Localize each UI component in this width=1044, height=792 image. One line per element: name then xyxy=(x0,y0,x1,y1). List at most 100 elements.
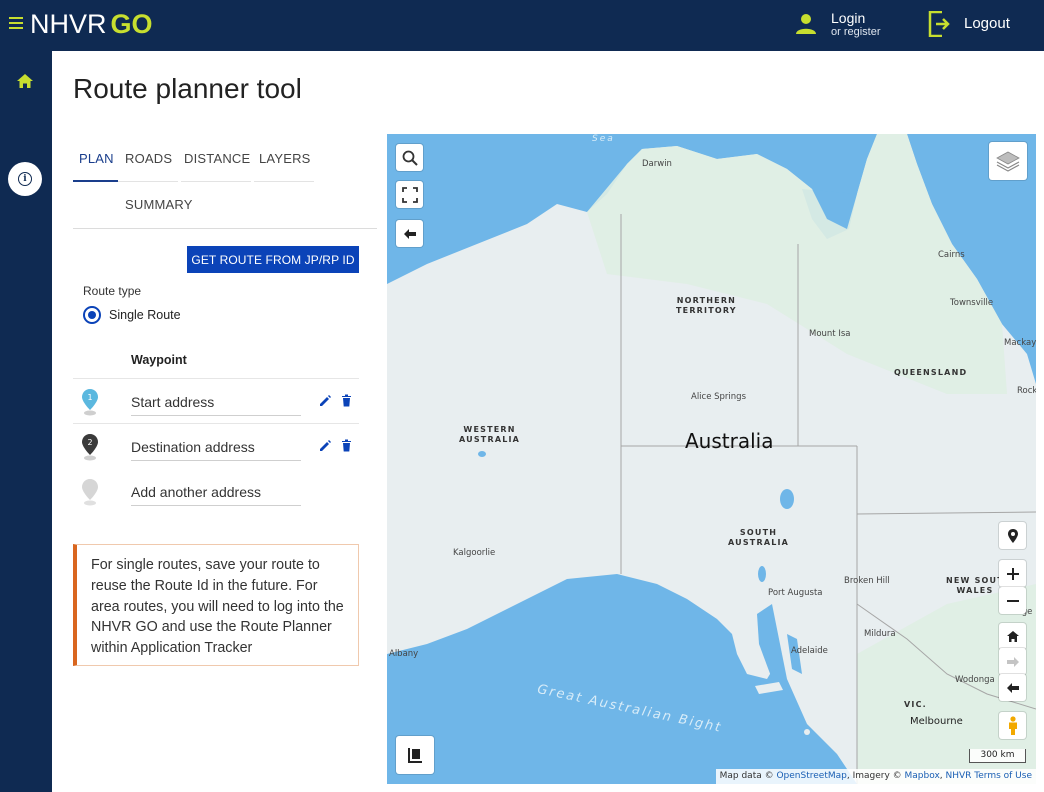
waypoint-row-start: 1 Start address xyxy=(73,380,359,424)
state-nt-line1: NORTHERN xyxy=(676,296,737,305)
single-route-label[interactable]: Single Route xyxy=(109,308,181,322)
divider xyxy=(73,378,359,379)
map-layers-button[interactable] xyxy=(989,142,1027,180)
terms-link[interactable]: NHVR Terms of Use xyxy=(946,771,1032,781)
tab-roads[interactable]: ROADS xyxy=(125,151,172,166)
logout-button[interactable]: Logout xyxy=(928,11,1038,39)
map[interactable]: Sea Darwin Cairns Townsville Mount Isa M… xyxy=(387,134,1036,784)
map-collapse-button[interactable] xyxy=(396,220,423,247)
city-mackay: Mackay xyxy=(1004,338,1036,348)
info-icon: i xyxy=(18,172,32,186)
city-cairns: Cairns xyxy=(938,250,965,260)
login-button[interactable]: Login or register xyxy=(795,9,915,43)
city-albany: Albany xyxy=(389,649,419,659)
location-pin-icon xyxy=(1007,528,1018,543)
map-back-button[interactable] xyxy=(999,674,1026,701)
city-kalgoorlie: Kalgoorlie xyxy=(453,548,496,558)
delete-trash-icon[interactable] xyxy=(341,439,352,452)
state-sa-line1: SOUTH xyxy=(739,528,778,537)
city-adelaide: Adelaide xyxy=(791,646,828,656)
fullscreen-icon xyxy=(401,186,418,203)
tab-divider xyxy=(118,181,178,182)
info-button[interactable]: i xyxy=(8,162,42,196)
logout-label: Logout xyxy=(964,15,1010,32)
edit-pencil-icon[interactable] xyxy=(319,439,332,452)
map-home-button[interactable] xyxy=(999,623,1026,650)
minus-icon xyxy=(1006,599,1019,602)
single-route-radio[interactable] xyxy=(83,306,101,324)
state-sa-line2: AUSTRALIA xyxy=(728,538,790,547)
pegman-icon xyxy=(1008,715,1017,735)
city-port-augusta: Port Augusta xyxy=(768,588,823,598)
tab-summary[interactable]: SUMMARY xyxy=(125,197,193,212)
field-underline xyxy=(131,505,301,506)
destination-address-field[interactable]: Destination address xyxy=(131,439,255,455)
start-address-field[interactable]: Start address xyxy=(131,394,214,410)
state-wa-line1: WESTERN xyxy=(463,425,516,434)
add-address-field[interactable]: Add another address xyxy=(131,484,261,500)
city-darwin: Darwin xyxy=(642,159,672,169)
waypoint-row-add: Add another address xyxy=(73,470,359,514)
state-sa: SOUTH AUSTRALIA xyxy=(728,528,789,548)
city-townsville: Townsville xyxy=(950,298,994,308)
empty-pin-icon xyxy=(82,479,98,506)
state-nt: NORTHERN TERRITORY xyxy=(676,296,737,316)
page-title: Route planner tool xyxy=(73,73,302,104)
city-wodonga: Wodonga xyxy=(955,675,995,685)
field-underline xyxy=(131,460,301,461)
mapbox-link[interactable]: Mapbox xyxy=(905,771,940,781)
tab-distance[interactable]: DISTANCE xyxy=(184,151,250,166)
country-label: Australia xyxy=(685,429,774,453)
svg-text:2: 2 xyxy=(87,438,92,447)
arrow-left-icon xyxy=(403,228,416,239)
nhvr-go-logo[interactable]: NHVR GO xyxy=(30,9,153,40)
city-melbourne: Melbourne xyxy=(910,716,963,727)
tab-plan[interactable]: PLAN xyxy=(79,151,114,166)
info-notice: For single routes, save your route to re… xyxy=(73,544,359,666)
top-bar: NHVR GO Login or register Logout xyxy=(0,0,1044,51)
zoom-out-button[interactable] xyxy=(999,587,1026,614)
search-icon xyxy=(402,150,418,166)
city-rock: Rock xyxy=(1017,386,1036,396)
hamburger-menu-icon[interactable] xyxy=(9,17,23,29)
map-attribution: Map data © OpenStreetMap, Imagery © Mapb… xyxy=(715,769,1036,784)
field-underline xyxy=(131,415,301,416)
plus-icon xyxy=(1006,567,1019,580)
waypoint-heading: Waypoint xyxy=(131,353,187,367)
street-view-button[interactable] xyxy=(999,712,1026,739)
start-pin-icon: 1 xyxy=(82,389,98,416)
delete-trash-icon[interactable] xyxy=(341,394,352,407)
map-fullscreen-button[interactable] xyxy=(396,181,423,208)
tab-layers[interactable]: LAYERS xyxy=(259,151,311,166)
map-land xyxy=(387,134,1036,784)
state-nsw-line2: WALES xyxy=(956,586,994,595)
state-qld: QUEENSLAND xyxy=(894,368,968,377)
map-forward-button[interactable] xyxy=(999,648,1026,675)
arrow-left-icon xyxy=(1006,682,1019,693)
map-locate-button[interactable] xyxy=(999,522,1026,549)
sea-label-top: Sea xyxy=(592,134,615,144)
map-legend-button[interactable] xyxy=(396,736,434,774)
layers-icon xyxy=(996,151,1020,172)
state-nsw: NEW SOUT WALES xyxy=(946,576,1004,596)
route-type-label: Route type xyxy=(83,284,142,298)
brand-go: GO xyxy=(110,9,153,39)
home-icon[interactable] xyxy=(16,73,34,89)
get-route-button[interactable]: GET ROUTE FROM JP/RP ID xyxy=(187,246,359,273)
user-icon xyxy=(796,14,816,34)
register-label: or register xyxy=(831,26,881,38)
edit-pencil-icon[interactable] xyxy=(319,394,332,407)
state-wa: WESTERN AUSTRALIA xyxy=(459,425,520,445)
svg-text:1: 1 xyxy=(87,393,92,402)
osm-link[interactable]: OpenStreetMap xyxy=(776,771,846,781)
legend-icon xyxy=(408,748,422,763)
sidebar: i xyxy=(0,51,52,792)
tab-bar: PLAN ROADS DISTANCE LAYERS SUMMARY xyxy=(73,140,377,229)
state-wa-line2: AUSTRALIA xyxy=(459,435,521,444)
state-nt-line2: TERRITORY xyxy=(676,306,737,315)
home-icon xyxy=(1006,631,1019,642)
city-mildura: Mildura xyxy=(864,629,896,639)
zoom-in-button[interactable] xyxy=(999,560,1026,587)
arrow-right-icon xyxy=(1006,656,1019,667)
map-search-button[interactable] xyxy=(396,144,423,171)
